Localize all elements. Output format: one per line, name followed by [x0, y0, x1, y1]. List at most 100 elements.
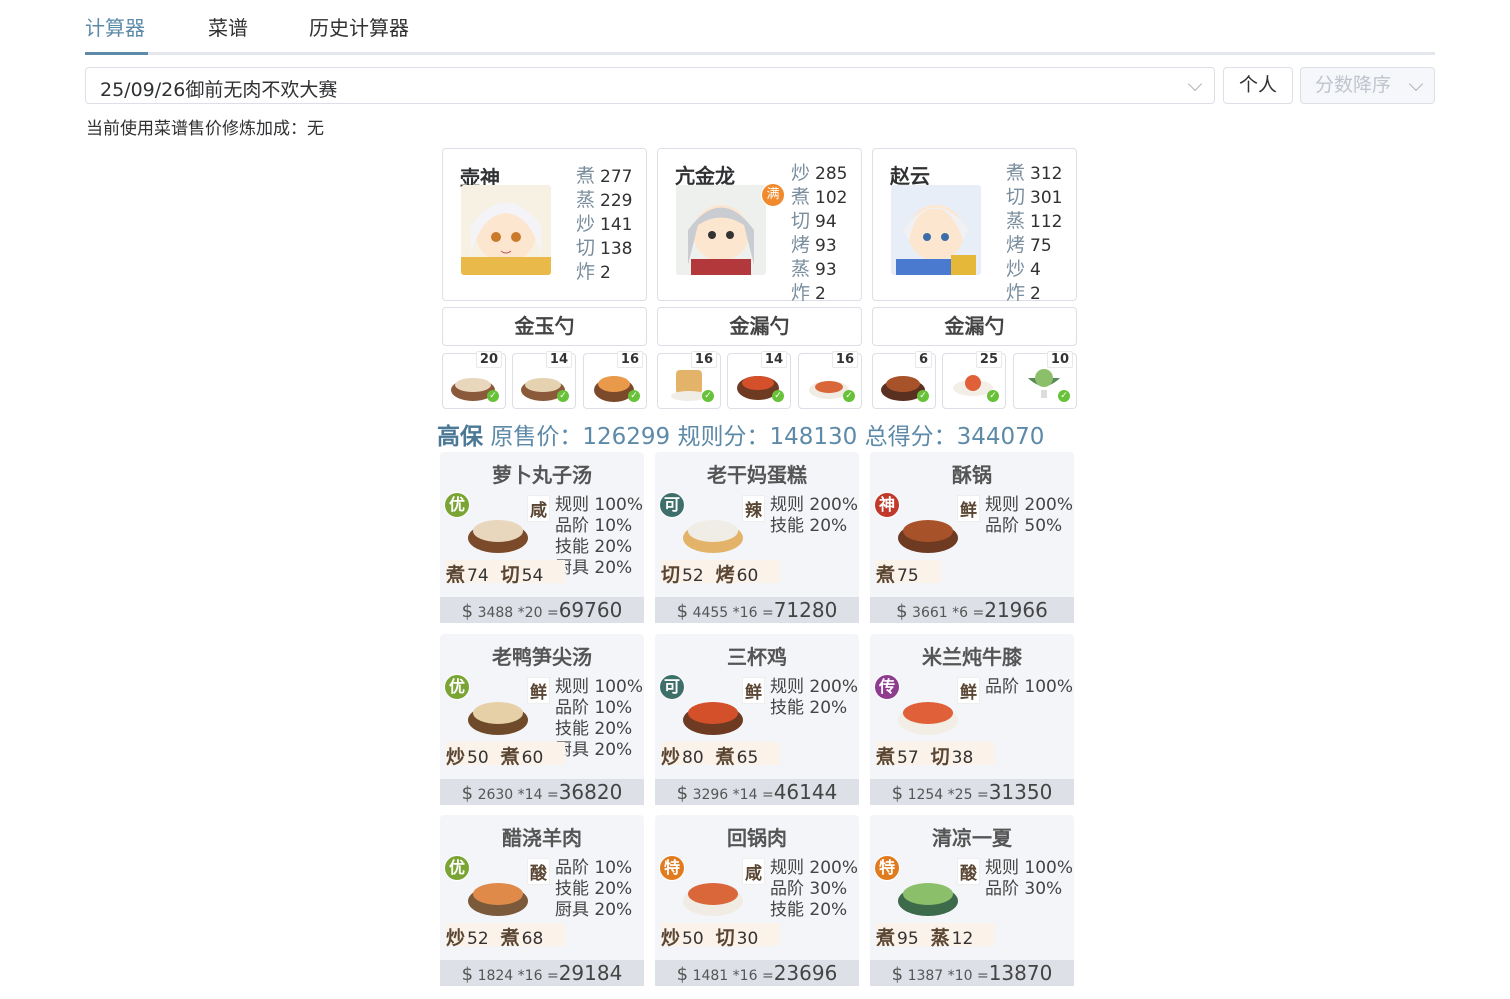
skill-requirements: 炒 50 切 30 — [661, 923, 781, 949]
flavor-tag: 辣 — [742, 495, 765, 522]
price-line: $ 3661 *6 =21966 — [870, 597, 1074, 623]
recipe-card[interactable]: 老鸭笋尖汤 优 鲜 规则 100% 品阶 10% 技能 20% 厨具 20% 炒 50 煮… — [440, 634, 644, 805]
price-line: $ 4455 *16 =71280 — [655, 597, 859, 623]
tab-history-calculator[interactable]: 历史计算器 — [309, 12, 409, 41]
recipe-slot[interactable]: 14 ✓ — [512, 351, 576, 409]
score-summary: 高保 原售价：126299 规则分：148130 总得分：344070 — [437, 424, 1045, 450]
tab-calculator[interactable]: 计算器 — [85, 12, 145, 41]
recipe-count: 20 — [475, 351, 502, 368]
quantity: *14 — [517, 787, 543, 803]
effect-line: 品阶 30% — [985, 879, 1063, 899]
quantity: *16 — [732, 605, 758, 621]
flavor-tag: 鲜 — [957, 495, 980, 522]
flavor-tag: 酸 — [957, 858, 980, 885]
chef-card[interactable]: 亢金龙 满 炒 285 煮 102 切 94 烤 93 蒸 93 炸2 — [657, 148, 862, 304]
price-line: $ 2630 *14 =36820 — [440, 779, 644, 805]
recipe-count: 25 — [975, 351, 1002, 368]
recipe-title: 老鸭笋尖汤 — [492, 645, 592, 669]
recipe-effects: 规则 200% 技能 20% — [770, 495, 858, 537]
unit-price: 1254 — [907, 787, 944, 803]
chevron-down-icon — [1187, 76, 1203, 92]
recipe-total: 46144 — [773, 780, 838, 804]
recipe-slot[interactable]: 16 ✓ — [657, 351, 721, 409]
skill-requirements: 炒 52 煮 68 — [446, 923, 566, 949]
recipe-slot[interactable]: 20 ✓ — [442, 351, 506, 409]
recipe-slot[interactable]: 16 ✓ — [798, 351, 862, 409]
quantity: *25 — [947, 787, 973, 803]
price-line: $ 1824 *16 =29184 — [440, 960, 644, 986]
recipe-title: 醋浇羊肉 — [502, 826, 582, 850]
flavor-tag: 鲜 — [527, 677, 550, 704]
chef-card[interactable]: 赵云 煮 312 切 301 蒸 112 烤 75 炒4 炸2 — [872, 148, 1077, 304]
bonus-note: 当前使用菜谱售价修炼加成：无 — [86, 119, 324, 139]
tab-recipes[interactable]: 菜谱 — [208, 12, 248, 41]
recipe-title: 老干妈蛋糕 — [707, 463, 807, 487]
unit-price: 1481 — [692, 968, 729, 984]
recipe-card[interactable]: 米兰炖牛膝 传 鲜 品阶 100% 煮 57 切 38 $ 1254 *25 =313… — [870, 634, 1074, 805]
chevron-down-icon — [1408, 76, 1424, 92]
effect-line: 厨具 20% — [555, 558, 633, 578]
check-icon: ✓ — [628, 390, 640, 402]
recipe-card[interactable]: 酥锅 神 鲜 规则 200% 品阶 50% 煮 75 $ 3661 *6 =2196… — [870, 452, 1074, 623]
recipe-count: 16 — [616, 351, 643, 368]
skill-requirement: 炒 50 — [446, 746, 489, 768]
recipe-effects: 规则 100% 品阶 30% — [985, 858, 1073, 900]
recipe-slot[interactable]: 14 ✓ — [727, 351, 791, 409]
dish-image — [898, 702, 958, 735]
recipe-card[interactable]: 清凉一夏 特 酸 规则 100% 品阶 30% 煮 95 蒸 12 $ 1387 *10… — [870, 815, 1074, 986]
recipe-title: 酥锅 — [952, 463, 992, 487]
recipe-title: 萝卜丸子汤 — [492, 463, 592, 487]
recipe-slot[interactable]: 25 ✓ — [942, 351, 1006, 409]
recipe-card[interactable]: 回锅肉 特 咸 规则 200% 品阶 30% 技能 20% 炒 50 切 30 $ 148… — [655, 815, 859, 986]
skill-requirement: 煮 65 — [715, 746, 759, 768]
effect-line: 品阶 10% — [555, 858, 633, 878]
recipe-effects: 品阶 100% — [985, 677, 1073, 698]
recipe-total: 13870 — [988, 961, 1053, 985]
unit-price: 4455 — [692, 605, 729, 621]
recipe-card[interactable]: 老干妈蛋糕 可 辣 规则 200% 技能 20% 切 52 烤 60 $ 4455 *1… — [655, 452, 859, 623]
equip-slot[interactable]: 金漏勺 — [657, 307, 862, 346]
quantity: *10 — [947, 968, 973, 984]
skill-requirements: 切 52 烤 60 — [661, 560, 781, 586]
equip-slot[interactable]: 金漏勺 — [872, 307, 1077, 346]
chef-card[interactable]: 壶神 煮 277 蒸 229 炒 141 切 138 炸2 — [442, 148, 647, 301]
effect-line: 规则 200% — [770, 858, 859, 878]
price-line: $ 3488 *20 =69760 — [440, 597, 644, 623]
effect-line: 规则 100% — [555, 495, 644, 515]
chef-skills: 炒 285 煮 102 切 94 烤 93 蒸 93 炸2 — [791, 162, 848, 304]
skill-requirement: 烤 60 — [715, 564, 759, 586]
recipe-count: 14 — [760, 351, 787, 368]
mode-button[interactable]: 个人 — [1223, 67, 1293, 104]
recipe-slot[interactable]: 6 ✓ — [872, 351, 936, 409]
price-line: $ 1387 *10 =13870 — [870, 960, 1074, 986]
contest-select[interactable]: 25/09/26御前无肉不欢大赛 — [85, 67, 1215, 104]
recipe-slot[interactable]: 16 ✓ — [583, 351, 647, 409]
effect-line: 规则 200% — [985, 495, 1074, 515]
effect-line: 品阶 10% — [555, 698, 633, 718]
quantity: *14 — [732, 787, 758, 803]
quantity: *16 — [517, 968, 543, 984]
effect-line: 规则 100% — [555, 677, 644, 697]
equip-slot[interactable]: 金玉勺 — [442, 307, 647, 346]
recipe-card[interactable]: 三杯鸡 可 鲜 规则 200% 技能 20% 炒 80 煮 65 $ 3296 *14 … — [655, 634, 859, 805]
recipe-total: 29184 — [558, 961, 623, 985]
recipe-card[interactable]: 醋浇羊肉 优 酸 品阶 10% 技能 20% 厨具 20% 炒 52 煮 68 $ 182… — [440, 815, 644, 986]
unit-price: 2630 — [477, 787, 514, 803]
recipe-title: 米兰炖牛膝 — [922, 645, 1022, 669]
price-line: $ 1481 *16 =23696 — [655, 960, 859, 986]
sort-select[interactable]: 分数降序 — [1300, 67, 1435, 104]
check-icon: ✓ — [843, 390, 855, 402]
skill-requirement: 煮 95 — [876, 927, 919, 949]
recipe-card[interactable]: 萝卜丸子汤 优 咸 规则 100% 品阶 10% 技能 20% 厨具 20% 煮 74 切… — [440, 452, 644, 623]
effect-line: 技能 20% — [555, 719, 633, 739]
skill-requirement: 煮 75 — [876, 564, 919, 586]
recipe-slot[interactable]: 10 ✓ — [1013, 351, 1077, 409]
dish-image — [898, 883, 958, 916]
unit-price: 1387 — [907, 968, 944, 984]
recipe-title: 三杯鸡 — [727, 645, 787, 669]
recipe-total: 69760 — [558, 598, 623, 622]
max-level-badge: 满 — [761, 183, 785, 207]
check-icon: ✓ — [987, 390, 999, 402]
effect-line: 规则 200% — [770, 677, 859, 697]
effect-line: 规则 100% — [985, 858, 1074, 878]
